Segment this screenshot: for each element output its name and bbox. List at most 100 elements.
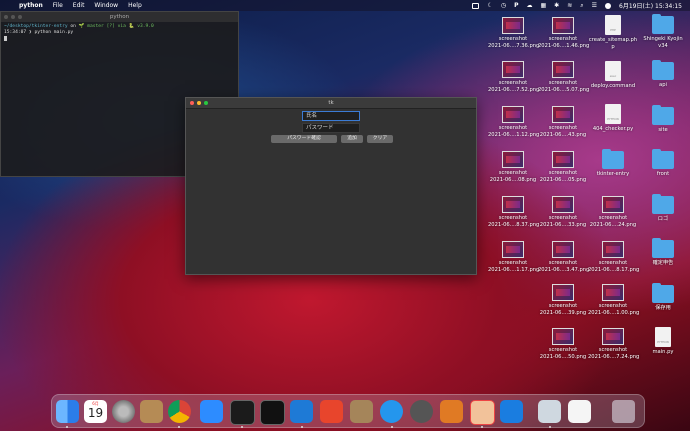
vscode-icon[interactable]	[290, 400, 313, 423]
doc-badge: PYTHON	[607, 117, 619, 121]
prompt-branch: master [?] via	[84, 24, 129, 29]
desktop-folder-front[interactable]: front	[638, 149, 688, 178]
desktop-file-screenshot[interactable]: screenshot 2021-06....33.png	[538, 196, 588, 228]
image-thumbnail-icon	[552, 151, 574, 168]
folder-label: 確定申告	[652, 260, 674, 266]
desktop-file-screenshot[interactable]: screenshot 2021-06....24.png	[588, 196, 638, 228]
desktop-folder-save[interactable]: 保存用	[638, 283, 688, 312]
infinity-icon[interactable]	[500, 400, 523, 423]
menu-help[interactable]: Help	[128, 2, 142, 9]
name-input[interactable]: 氏名	[302, 111, 360, 121]
calendar-day: 19	[87, 406, 104, 420]
menu-edit[interactable]: Edit	[73, 2, 85, 9]
file-label: screenshot 2021-06....7.36.png	[488, 36, 540, 49]
image-thumbnail-icon	[502, 106, 524, 123]
clear-button[interactable]: クリア	[367, 135, 393, 143]
terminal-icon[interactable]	[230, 400, 255, 425]
bluetooth-icon[interactable]: ✱	[554, 2, 559, 9]
terminal-cursor	[4, 36, 7, 41]
quicktime-icon[interactable]	[410, 400, 433, 423]
cloud-icon[interactable]: ☁	[527, 2, 533, 9]
desktop-file-deploy-command[interactable]: exec deploy.command	[588, 61, 638, 90]
desktop-file-screenshot[interactable]: screenshot 2021-06....43.png	[538, 106, 588, 138]
moon-icon[interactable]: ☾	[487, 2, 492, 9]
desktop-file-screenshot[interactable]: screenshot 2021-06....08.png	[488, 151, 538, 183]
image-thumbnail-icon	[552, 61, 574, 78]
sourcetree-icon[interactable]	[440, 400, 463, 423]
python-file-icon: PYTHON	[655, 327, 671, 347]
menu-app-name[interactable]: python	[19, 2, 43, 9]
file-label: screenshot 2021-06....1.00.png	[588, 303, 640, 316]
file-label: screenshot 2021-06....7.24.png	[588, 347, 640, 360]
file-label: screenshot 2021-06....33.png	[539, 215, 587, 228]
image-thumbnail-icon	[602, 241, 624, 258]
folder-label: api	[659, 82, 667, 88]
trash-icon[interactable]	[612, 400, 635, 423]
desktop-file-screenshot[interactable]: screenshot 2021-06....7.24.png	[588, 328, 640, 360]
desktop-file-main-py[interactable]: PYTHON main.py	[638, 327, 688, 356]
desktop-file-create-sitemap[interactable]: PHP create_sitemap.ph p	[588, 15, 638, 50]
folder-icon	[652, 14, 674, 34]
desktop-file-screenshot[interactable]: screenshot 2021-06....3.47.png	[538, 241, 589, 273]
desktop-file-screenshot[interactable]: screenshot 2021-06....5.07.png	[538, 61, 589, 93]
system-preferences-icon[interactable]	[112, 400, 135, 423]
desktop-file-screenshot[interactable]: screenshot 2021-06....1.17.png	[488, 241, 539, 273]
desktop-file-screenshot[interactable]: screenshot 2021-06....1.00.png	[588, 284, 640, 316]
menu-datetime[interactable]: 6月19日(土) 15:34:15	[619, 1, 682, 10]
desktop-folder-shingeki[interactable]: Shingeki Kyojin v34	[638, 14, 688, 49]
tk-title: tk	[328, 100, 334, 106]
notes-icon[interactable]	[470, 400, 495, 425]
desktop-file-screenshot[interactable]: screenshot 2021-06....1.12.png	[488, 106, 539, 138]
image-thumbnail-icon	[552, 17, 574, 34]
desktop-folder-site[interactable]: site	[638, 105, 688, 134]
password-input[interactable]: パスワード	[302, 123, 360, 133]
finder-icon[interactable]	[56, 400, 79, 423]
siri-icon[interactable]	[605, 2, 611, 9]
desktop-folder-tax[interactable]: 確定申告	[638, 238, 688, 267]
desktop-file-screenshot[interactable]: screenshot 2021-06....05.png	[538, 151, 588, 183]
desktop-file-screenshot[interactable]: screenshot 2021-06....7.36.png	[488, 17, 540, 49]
tk-window[interactable]: tk 氏名 パスワード パスワード確認 追加 クリア	[185, 97, 477, 275]
terminal-output[interactable]: ~/desktop/tkinter-entry on 🌱 master [?] …	[1, 22, 238, 45]
stocks-icon[interactable]	[320, 400, 343, 423]
wifi-icon[interactable]: ≋	[567, 2, 572, 9]
archive-utility-icon[interactable]	[350, 400, 373, 423]
document-icon[interactable]	[568, 400, 591, 423]
desktop-file-screenshot[interactable]: screenshot 2021-06....39.png	[538, 284, 588, 316]
desktop-folder-api[interactable]: api	[638, 60, 688, 89]
add-button[interactable]: 追加	[341, 135, 363, 143]
image-thumbnail-icon	[502, 196, 524, 213]
prompt-command: ❯ python main.py	[26, 30, 74, 35]
clock-icon[interactable]: ◷	[501, 2, 506, 9]
tk-titlebar[interactable]: tk	[186, 98, 476, 109]
desktop-folder-tkinter-entry[interactable]: tkinter-entry	[588, 149, 638, 178]
search-icon[interactable]: ⌕	[580, 2, 583, 10]
terminal-titlebar[interactable]: python	[1, 12, 238, 22]
desktop-file-screenshot[interactable]: screenshot 2021-06....8.17.png	[588, 241, 639, 273]
menu-file[interactable]: File	[53, 2, 63, 9]
display-icon[interactable]	[472, 2, 480, 9]
desktop-file-screenshot[interactable]: screenshot 2021-06....50.png	[538, 328, 588, 360]
iterm-icon[interactable]	[260, 400, 285, 425]
folder-icon	[652, 149, 674, 169]
docker-icon[interactable]	[380, 400, 403, 423]
desktop-file-screenshot[interactable]: screenshot 2021-06....8.37.png	[488, 196, 539, 228]
p-icon[interactable]: P	[514, 2, 518, 9]
preview-icon[interactable]	[538, 400, 561, 423]
desktop-file-404-checker[interactable]: PYTHON 404_checker.py	[588, 104, 638, 133]
desktop-folder-logo[interactable]: ロゴ	[638, 194, 688, 223]
zoom-icon[interactable]	[200, 400, 223, 423]
prompt-on: on	[67, 24, 79, 29]
prompt-path: ~/desktop/tkinter-entry	[4, 24, 68, 29]
file-label: screenshot 2021-06....7.52.png	[488, 80, 540, 93]
file-label: screenshot 2021-06....08.png	[489, 170, 537, 183]
check-password-button[interactable]: パスワード確認	[271, 135, 337, 143]
calendar-icon[interactable]: 6月 19	[84, 400, 107, 423]
desktop-file-screenshot[interactable]: screenshot 2021-06....1.46.png	[538, 17, 589, 49]
desktop-file-screenshot[interactable]: screenshot 2021-06....7.52.png	[488, 61, 540, 93]
chrome-icon[interactable]	[168, 400, 191, 423]
menu-window[interactable]: Window	[94, 2, 118, 9]
control-center-icon[interactable]: ☰	[592, 2, 597, 9]
grid-icon[interactable]: ▦	[541, 2, 547, 9]
contacts-icon[interactable]	[140, 400, 163, 423]
